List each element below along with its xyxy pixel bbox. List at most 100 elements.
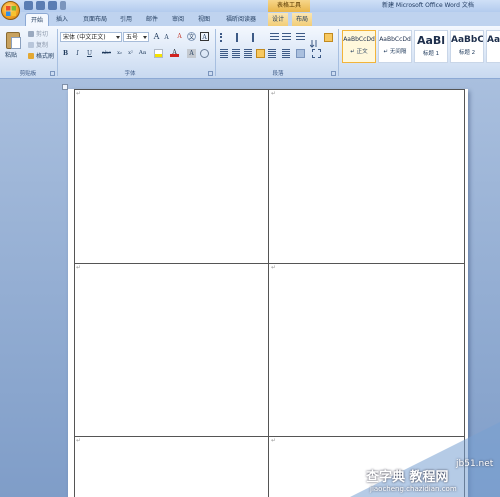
chevron-down-icon (116, 36, 120, 39)
style-more[interactable]: Aa (486, 30, 500, 63)
font-name-value: 宋体 (中文正文) (63, 34, 106, 41)
decrease-indent-icon[interactable] (270, 33, 279, 42)
scissors-icon (28, 30, 34, 37)
save-icon[interactable] (24, 1, 33, 10)
style-sample: AaBbC (451, 35, 483, 45)
strikethrough-button[interactable]: abc (100, 49, 113, 58)
style-sample: Aa (487, 35, 500, 45)
style-heading-1[interactable]: AaBl 标题 1 (414, 30, 448, 63)
style-name: ↵ 无间隔 (383, 49, 407, 55)
watermark-title: 查字典 教程网 (366, 470, 449, 485)
tab-references[interactable]: 引用 (116, 13, 136, 26)
font-dialog-launcher[interactable] (208, 71, 213, 76)
grow-font-button[interactable]: A (152, 32, 161, 41)
justify-icon[interactable] (256, 49, 265, 58)
align-left-icon[interactable] (220, 49, 228, 58)
bold-button[interactable]: B (61, 49, 70, 58)
paste-icon[interactable] (6, 32, 21, 49)
change-case-button[interactable]: Aa (138, 49, 147, 58)
table-cell[interactable]: ↵ (75, 90, 268, 263)
customize-qat-icon[interactable] (60, 1, 66, 10)
subscript-button[interactable]: x₂ (115, 49, 124, 58)
cut-button[interactable]: 剪切 (28, 29, 48, 38)
shading-icon[interactable] (296, 49, 305, 58)
phonetic-guide-button[interactable]: 文 (187, 32, 196, 41)
show-formatting-marks-icon[interactable] (324, 33, 333, 42)
paste-button[interactable]: 粘贴 (5, 50, 17, 59)
align-right-icon[interactable] (244, 49, 252, 58)
style-name: ↵ 正文 (350, 49, 368, 55)
clear-formatting-button[interactable]: A (175, 32, 184, 41)
chevron-down-icon (143, 36, 147, 39)
increase-indent-icon[interactable] (282, 33, 291, 42)
tab-foxit-reader[interactable]: 福昕阅读器 (220, 13, 262, 26)
italic-button[interactable]: I (73, 49, 82, 58)
table-cell[interactable]: ↵ (269, 264, 464, 436)
title-bar: 表格工具 新建 Microsoft Office Word 文档 (0, 0, 500, 12)
chinese-layout-icon[interactable] (296, 33, 305, 42)
bullets-icon[interactable] (220, 33, 229, 42)
font-size-value: 五号 (126, 34, 139, 41)
cell-end-mark: ↵ (271, 90, 277, 97)
font-size-combo[interactable]: 五号 (123, 32, 149, 42)
font-color-button[interactable]: A (170, 48, 179, 57)
quick-access-toolbar (24, 1, 66, 10)
group-divider (57, 29, 58, 76)
multilevel-list-icon[interactable] (252, 33, 261, 42)
clipboard-group-label: 剪贴板 (19, 71, 37, 77)
line-spacing-icon[interactable] (282, 49, 290, 58)
cell-end-mark: ↵ (76, 437, 82, 444)
paragraph-group-label: 段落 (272, 71, 284, 77)
paragraph-dialog-launcher[interactable] (331, 71, 336, 76)
borders-icon[interactable] (312, 49, 321, 58)
table-cell[interactable]: ↵ (75, 437, 268, 497)
style-no-spacing[interactable]: AaBbCcDd ↵ 无间隔 (378, 30, 412, 63)
style-sample: AaBbCcDd (343, 36, 375, 43)
group-divider (338, 29, 339, 76)
group-divider (215, 29, 216, 76)
character-border-button[interactable]: A (200, 32, 209, 41)
tab-table-layout[interactable]: 布局 (292, 13, 312, 26)
office-logo-icon (6, 6, 16, 16)
tab-table-design[interactable]: 设计 (268, 13, 288, 26)
styles-gallery: AaBbCcDd ↵ 正文 AaBbCcDd ↵ 无间隔 AaBl 标题 1 A… (342, 30, 500, 64)
tab-review[interactable]: 审阅 (168, 13, 188, 26)
highlight-icon[interactable] (154, 49, 163, 58)
underline-button[interactable]: U (85, 49, 94, 58)
style-sample: AaBbCcDd (379, 36, 411, 43)
shrink-font-button[interactable]: A (162, 33, 171, 42)
undo-icon[interactable] (36, 1, 45, 10)
sort-icon[interactable] (309, 33, 319, 48)
table-tools-context-title: 表格工具 (268, 0, 310, 12)
font-group-label: 字体 (124, 71, 136, 77)
copy-button[interactable]: 复制 (28, 40, 48, 49)
cell-end-mark: ↵ (76, 90, 82, 97)
redo-icon[interactable] (48, 1, 57, 10)
tab-insert[interactable]: 插入 (52, 13, 72, 26)
copy-icon (28, 41, 34, 48)
tab-view[interactable]: 视图 (194, 13, 214, 26)
table-cell[interactable]: ↵ (269, 90, 464, 263)
clipboard-dialog-launcher[interactable] (50, 71, 55, 76)
enclose-character-icon[interactable] (200, 49, 209, 58)
distributed-icon[interactable] (268, 49, 276, 58)
cut-label: 剪切 (36, 31, 49, 38)
ribbon-tabs: 开始 插入 页面布局 引用 邮件 审阅 视图 福昕阅读器 设计 布局 (0, 12, 500, 26)
tab-home[interactable]: 开始 (25, 13, 49, 26)
style-heading-2[interactable]: AaBbC 标题 2 (450, 30, 484, 63)
table-cell[interactable]: ↵ (75, 264, 268, 436)
numbering-icon[interactable] (236, 33, 245, 42)
format-painter-label: 格式刷 (36, 53, 55, 60)
character-shading-button[interactable]: A (187, 49, 196, 58)
font-name-combo[interactable]: 宋体 (中文正文) (60, 32, 122, 42)
style-name: 标题 2 (458, 50, 476, 56)
superscript-button[interactable]: x² (126, 49, 135, 58)
format-painter-button[interactable]: 格式刷 (28, 51, 54, 60)
paintbrush-icon (28, 52, 34, 59)
style-normal[interactable]: AaBbCcDd ↵ 正文 (342, 30, 376, 63)
tab-mailings[interactable]: 邮件 (142, 13, 162, 26)
align-center-icon[interactable] (232, 49, 240, 58)
tab-page-layout[interactable]: 页面布局 (78, 13, 112, 26)
cell-end-mark: ↵ (271, 264, 277, 271)
office-button[interactable] (1, 1, 20, 20)
